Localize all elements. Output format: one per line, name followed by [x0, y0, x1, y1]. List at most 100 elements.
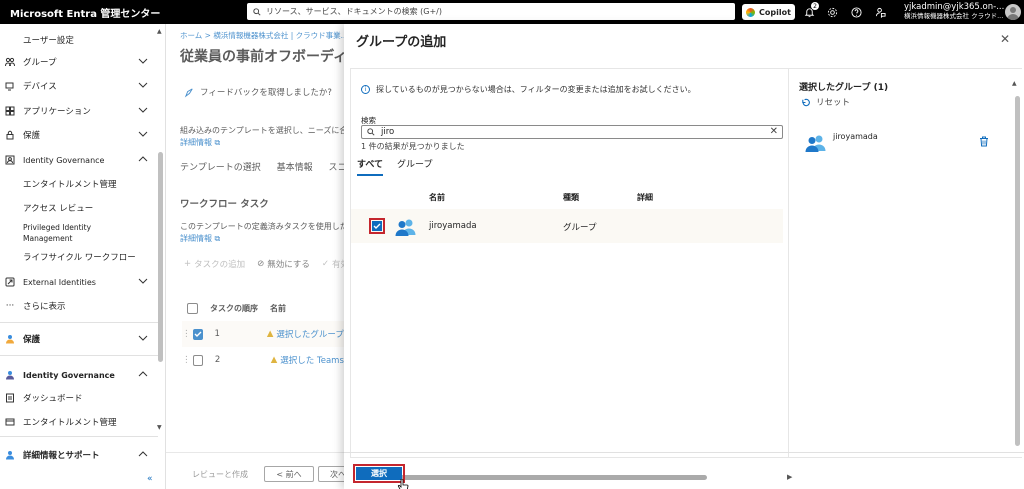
device-icon: [5, 81, 15, 91]
help-button[interactable]: [849, 5, 863, 19]
chevron-up-icon: [138, 451, 148, 457]
sidebar-item-label: アプリケーション: [23, 107, 91, 117]
sidebar-item-entitlement[interactable]: エンタイトルメント管理: [0, 174, 158, 194]
info-text: 探しているものが見つからない場合は、フィルターの変更または追加をお試しください。: [376, 84, 696, 94]
panel-overlay: [166, 24, 344, 489]
chevron-up-icon: [138, 371, 148, 377]
group-search-input[interactable]: jiro ✕: [361, 125, 783, 139]
notification-badge: 2: [811, 2, 819, 10]
sidebar-scrollbar[interactable]: [158, 152, 163, 362]
avatar[interactable]: [1005, 4, 1021, 20]
scroll-up-arrow[interactable]: ▲: [1012, 80, 1017, 87]
trash-icon[interactable]: [979, 136, 989, 147]
selected-group-name: jiroyamada: [833, 132, 878, 141]
copilot-button[interactable]: Copilot: [742, 4, 795, 20]
column-header-type: 種類: [563, 193, 579, 202]
brand-title[interactable]: Microsoft Entra 管理センター: [0, 5, 245, 20]
sidebar-item-devices[interactable]: デバイス: [0, 76, 158, 96]
feedback-person-icon: [875, 7, 886, 18]
sidebar-item-label: グループ: [23, 58, 57, 68]
sidebar-item-pim[interactable]: Privileged Identity Management: [0, 222, 158, 248]
scroll-up-arrow[interactable]: ▲: [157, 28, 162, 35]
add-groups-panel: グループの追加 ✕ i 探しているものが見つからない場合は、フィルターの変更また…: [344, 24, 1024, 489]
help-icon: [850, 6, 862, 18]
sidebar-section-label: 保護: [23, 335, 41, 345]
sidebar-item-user-settings[interactable]: ユーザー設定: [0, 30, 158, 50]
sidebar-item-access-review[interactable]: アクセス レビュー: [0, 198, 158, 218]
search-icon: [367, 128, 375, 136]
account-info[interactable]: yjkadmin@yjk365.on-... 横浜情報機器株式会社 クラウド..…: [904, 3, 1004, 21]
sidebar-item-lifecycle[interactable]: ライフサイクル ワークフロー: [0, 247, 158, 267]
governance-icon: [5, 155, 15, 165]
top-bar: Microsoft Entra 管理センター リソース、サービス、ドキュメントの…: [0, 0, 1024, 24]
tab-all[interactable]: すべて: [357, 157, 384, 176]
sidebar-item-label: ダッシュボード: [23, 394, 83, 404]
sidebar-item-label: Privileged Identity Management: [23, 223, 92, 243]
chevron-down-icon: [138, 107, 148, 113]
divider: [0, 322, 158, 323]
tab-groups[interactable]: グループ: [397, 157, 432, 176]
selected-groups-pane: 選択したグループ (1) リセット jiroyamada: [788, 68, 1022, 458]
sidebar-item-entitlement-management[interactable]: エンタイトルメント管理: [0, 412, 158, 432]
sidebar-item-applications[interactable]: アプリケーション: [0, 101, 158, 121]
sidebar-item-label: エンタイトルメント管理: [23, 418, 117, 428]
chevron-down-icon: [138, 131, 148, 137]
account-org: 横浜情報機器株式会社 クラウド...: [904, 12, 1004, 20]
sidebar-item-dashboard[interactable]: ダッシュボード: [0, 388, 158, 408]
sidebar-item-label: ユーザー設定: [23, 36, 74, 46]
sidebar: ユーザー設定 グループ デバイス アプリケーション 保護 Identity Go…: [0, 24, 166, 489]
result-count: 1 件の結果が見つかりました: [361, 142, 465, 151]
collapse-sidebar-button[interactable]: «: [147, 474, 153, 484]
settings-button[interactable]: [825, 5, 839, 19]
undo-icon: [802, 98, 810, 106]
account-user: yjkadmin@yjk365.on-...: [904, 2, 1005, 12]
sidebar-item-label: エンタイトルメント管理: [23, 180, 117, 190]
divider: [0, 436, 158, 437]
global-search-input[interactable]: リソース、サービス、ドキュメントの検索 (G+/): [247, 3, 735, 20]
check-icon: [373, 223, 381, 229]
info-message: i 探しているものが見つからない場合は、フィルターの変更または追加をお試しくださ…: [361, 81, 783, 97]
sidebar-item-groups[interactable]: グループ: [0, 52, 158, 72]
search-placeholder: リソース、サービス、ドキュメントの検索 (G+/): [266, 7, 442, 16]
sidebar-item-more[interactable]: ··· さらに表示: [0, 296, 158, 316]
info-icon: i: [361, 84, 370, 94]
select-button-label: 選択: [356, 467, 402, 480]
sidebar-item-protection[interactable]: 保護: [0, 125, 158, 145]
sidebar-item-label: 保護: [23, 131, 41, 141]
table-row[interactable]: jiroyamada グループ: [351, 209, 783, 243]
sidebar-section-identity-governance[interactable]: Identity Governance: [0, 365, 158, 385]
close-icon[interactable]: ✕: [1000, 32, 1010, 46]
gear-icon: [827, 7, 837, 17]
group-icon: [5, 57, 15, 67]
sidebar-item-identity-governance[interactable]: Identity Governance: [0, 150, 158, 170]
group-name: jiroyamada: [429, 221, 477, 231]
selected-group-item: jiroyamada: [799, 128, 999, 158]
column-header-name: 名前: [429, 193, 445, 202]
sidebar-section-protection[interactable]: 保護: [0, 329, 158, 349]
sidebar-item-label: ライフサイクル ワークフロー: [23, 253, 136, 263]
group-icon: [395, 219, 416, 236]
reset-label: リセット: [816, 98, 851, 108]
vertical-scrollbar[interactable]: [1015, 96, 1020, 446]
copilot-label: Copilot: [759, 7, 791, 17]
reset-button[interactable]: リセット: [801, 96, 850, 108]
sidebar-item-external-identities[interactable]: External Identities: [0, 272, 158, 292]
clear-search-icon[interactable]: ✕: [770, 126, 778, 137]
row-checkbox[interactable]: [369, 218, 385, 234]
group-icon: [805, 135, 826, 152]
external-icon: [5, 277, 15, 287]
chevron-down-icon: [138, 335, 148, 341]
sidebar-item-label: External Identities: [23, 277, 96, 287]
feedback-button[interactable]: [873, 5, 887, 19]
sidebar-section-support[interactable]: 詳細情報とサポート: [0, 445, 158, 465]
panel-title: グループの追加: [356, 35, 447, 50]
app-icon: [5, 106, 15, 116]
lock-icon: [5, 130, 15, 140]
results-table-header: 名前 種類 詳細: [351, 189, 783, 207]
sidebar-section-label: 詳細情報とサポート: [23, 451, 100, 461]
chevron-down-icon: [138, 82, 148, 88]
notifications-button[interactable]: 2: [802, 2, 819, 19]
scroll-down-arrow[interactable]: ▼: [157, 424, 162, 431]
governance-person-icon: [5, 370, 15, 380]
search-icon: [253, 7, 261, 16]
